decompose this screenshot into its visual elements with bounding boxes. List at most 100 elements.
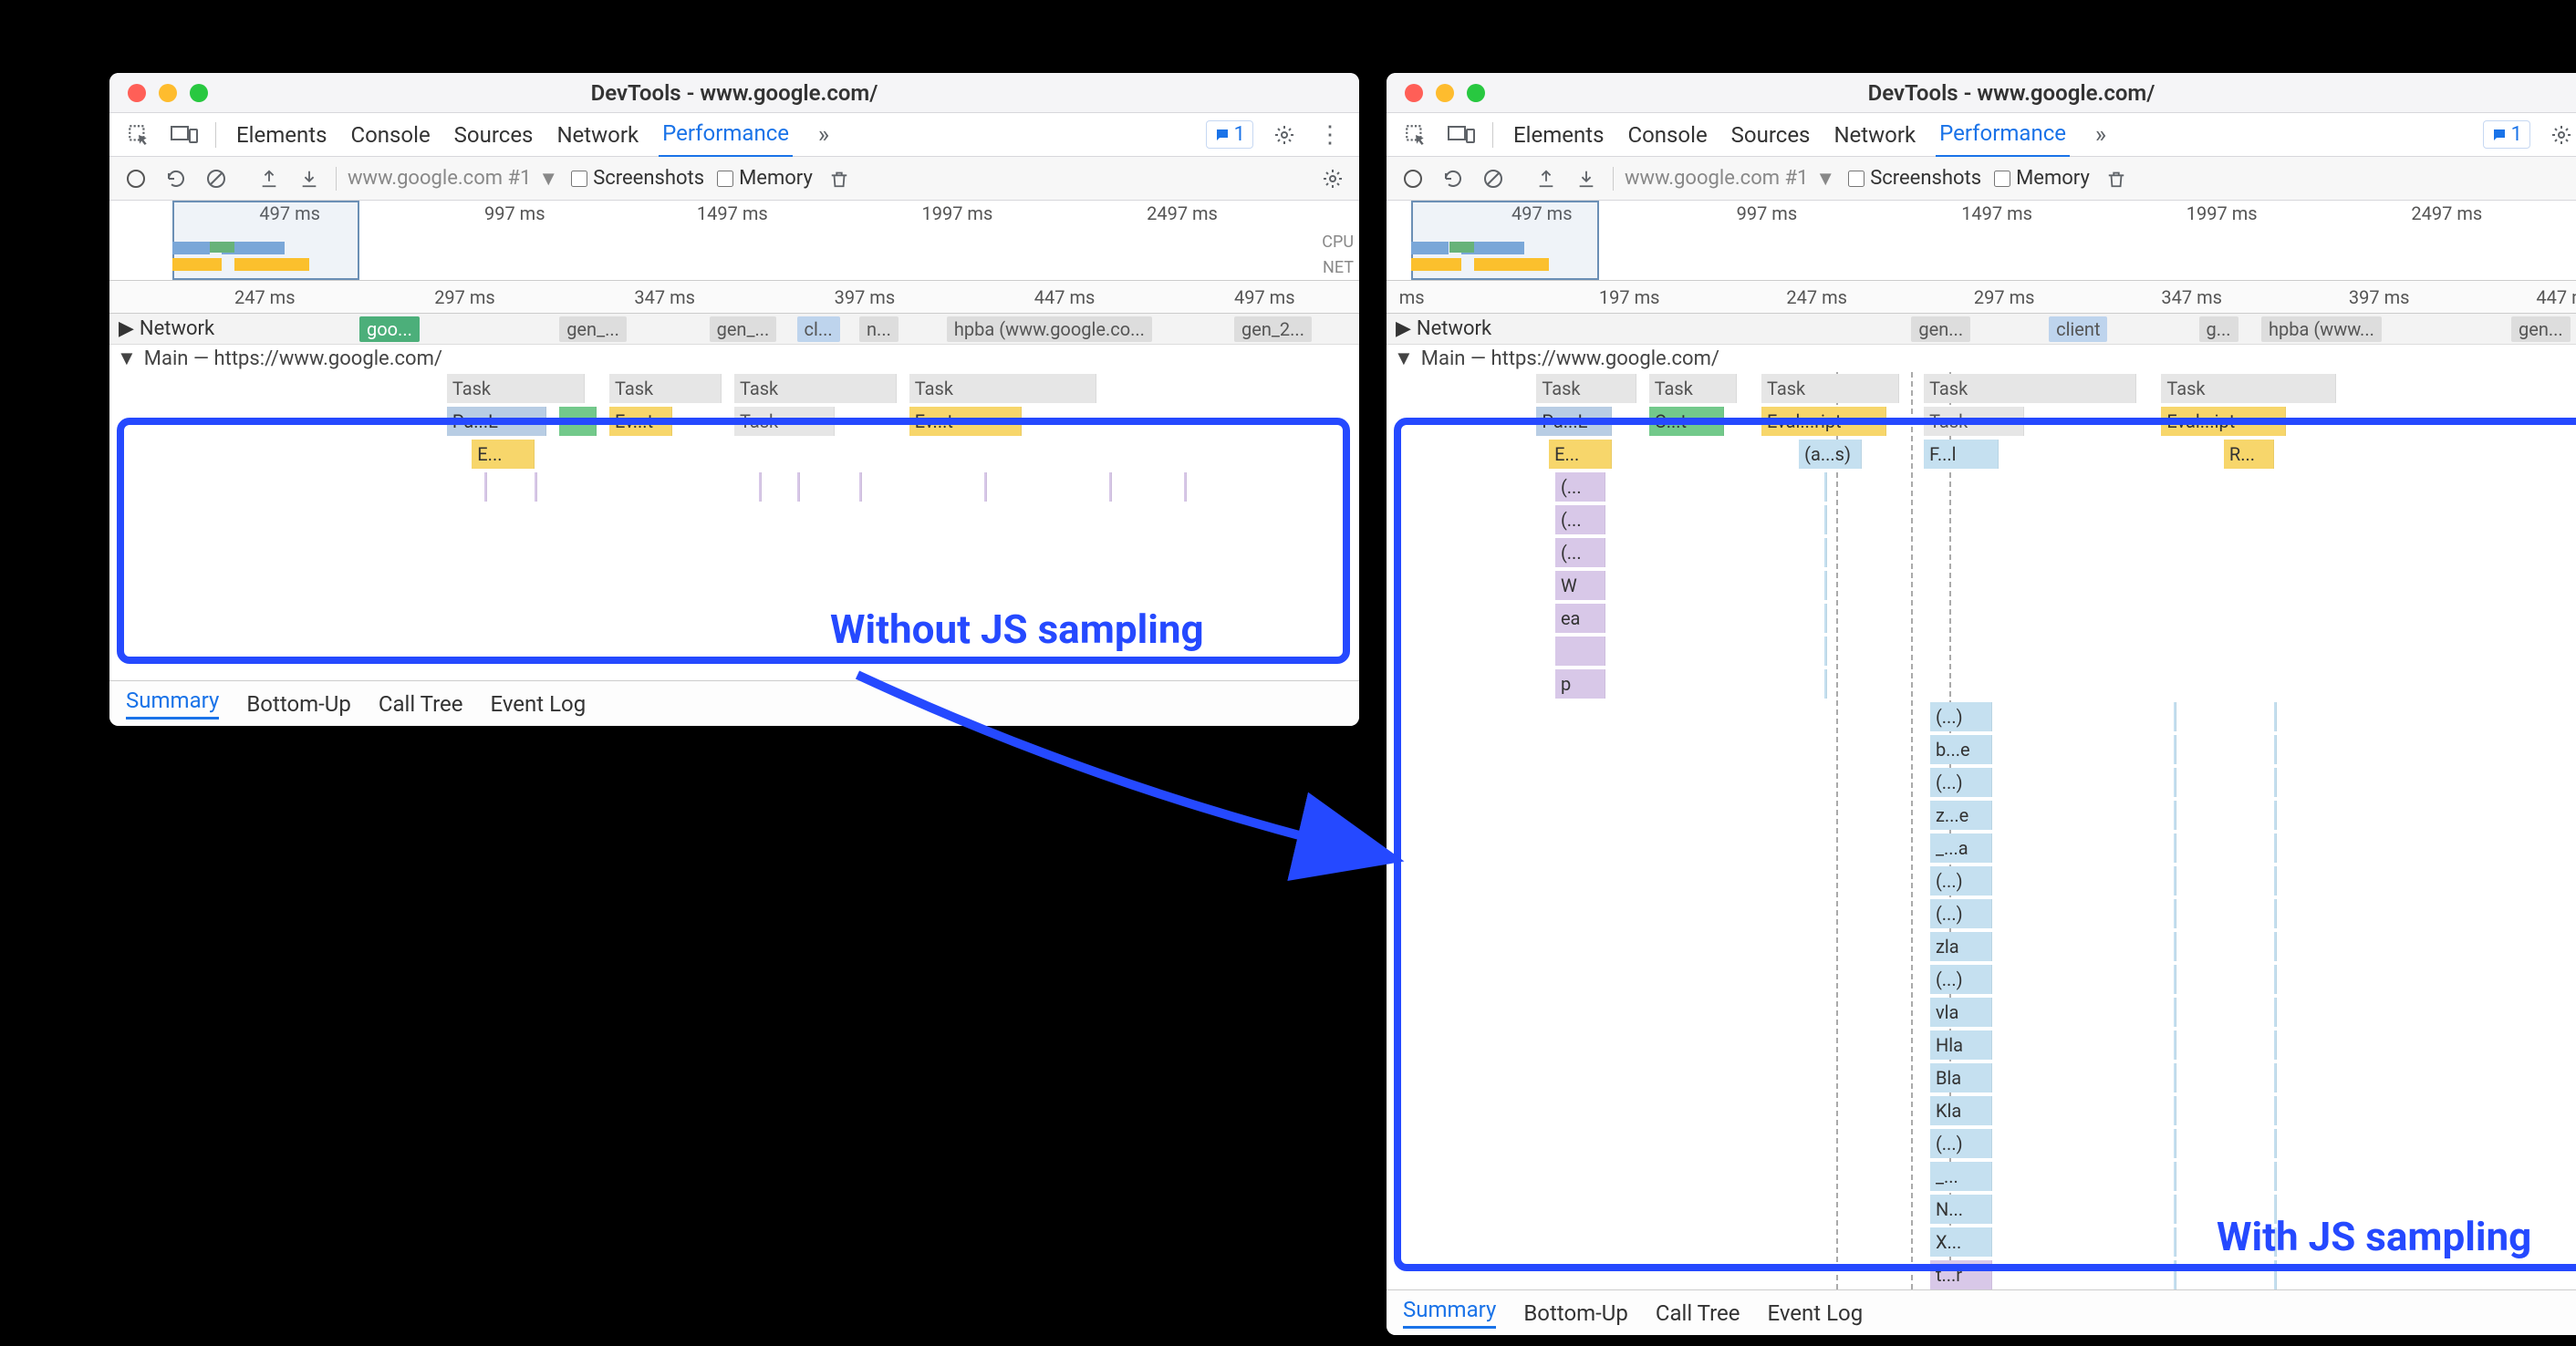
flame-block[interactable]: Task	[1924, 407, 2024, 436]
flame-block[interactable]	[2174, 1030, 2176, 1060]
net-req[interactable]: gen...	[1911, 316, 1970, 342]
flame-block[interactable]	[2274, 998, 2277, 1027]
flame-block[interactable]	[2274, 702, 2277, 731]
flame-block[interactable]: Hla	[1930, 1030, 1993, 1060]
overview-timeline[interactable]: 497 ms 997 ms 1497 ms 1997 ms 2497 ms CP…	[109, 201, 1359, 281]
flame-block[interactable]: _...a	[1930, 833, 1993, 863]
device-icon[interactable]	[170, 120, 199, 150]
net-req[interactable]: hpba (www...	[2261, 316, 2382, 342]
clear-icon[interactable]	[1480, 165, 1507, 192]
flame-block[interactable]	[2174, 735, 2176, 764]
flame-block[interactable]: N...	[1930, 1195, 1993, 1224]
flame-block[interactable]: Eval...ript	[1761, 407, 1886, 436]
flame-block[interactable]	[2274, 1129, 2277, 1158]
record-icon[interactable]	[122, 165, 150, 192]
flame-block[interactable]: Task	[734, 407, 835, 436]
memory-checkbox[interactable]: Memory	[717, 167, 813, 190]
flame-block[interactable]: (...)	[1930, 768, 1993, 797]
flame-block[interactable]	[2174, 833, 2176, 863]
flame-block[interactable]: Pa...L	[447, 407, 547, 436]
flame-block[interactable]	[2174, 801, 2176, 830]
flame-block[interactable]: Task	[2161, 374, 2336, 403]
flame-block[interactable]	[1109, 472, 1112, 502]
flame-block[interactable]: (...	[1555, 472, 1605, 502]
tab-console[interactable]: Console	[1624, 113, 1710, 157]
ruler[interactable]: ms 197 ms 247 ms 297 ms 347 ms 397 ms 44…	[1387, 281, 2576, 314]
flame-block[interactable]	[759, 472, 762, 502]
flame-block[interactable]: t...r	[1930, 1260, 1993, 1289]
flame-block[interactable]	[859, 472, 862, 502]
tab-eventlog[interactable]: Event Log	[1767, 1300, 1863, 1326]
flame-block[interactable]	[2274, 1063, 2277, 1092]
flame-block[interactable]	[1184, 472, 1187, 502]
flame-block[interactable]: Ev...t	[909, 407, 1022, 436]
flame-block[interactable]: _...	[1930, 1162, 1993, 1191]
flame-block[interactable]: (a...s)	[1799, 440, 1862, 469]
tab-performance[interactable]: Performance	[1936, 111, 2070, 158]
flame-block[interactable]	[2174, 965, 2176, 994]
minimize-icon[interactable]	[159, 84, 177, 102]
flame-block[interactable]: z...e	[1930, 801, 1993, 830]
main-thread-header[interactable]: ▼ Main — https://www.google.com/	[1387, 345, 2576, 372]
flame-block[interactable]: vla	[1930, 998, 1993, 1027]
flame-block[interactable]	[535, 472, 537, 502]
flame-block[interactable]: Task	[1761, 374, 1899, 403]
flame-block[interactable]	[2174, 1162, 2176, 1191]
issues-badge[interactable]: 1	[1206, 120, 1253, 149]
flame-block[interactable]	[2274, 1162, 2277, 1191]
flame-block[interactable]	[2174, 1063, 2176, 1092]
memory-checkbox[interactable]: Memory	[1994, 167, 2090, 190]
tab-summary[interactable]: Summary	[126, 688, 219, 720]
flame-block[interactable]	[2174, 1260, 2176, 1289]
titlebar[interactable]: DevTools - www.google.com/	[1387, 73, 2576, 113]
issues-badge[interactable]: 1	[2483, 120, 2530, 149]
close-icon[interactable]	[128, 84, 146, 102]
net-req[interactable]: n...	[859, 316, 898, 342]
tab-console[interactable]: Console	[347, 113, 433, 157]
flame-block[interactable]: E...	[472, 440, 535, 469]
flame-block[interactable]	[797, 472, 800, 502]
flame-block[interactable]	[1824, 604, 1827, 633]
flame-block[interactable]: Task	[1649, 374, 1737, 403]
flame-block[interactable]: X...	[1930, 1227, 1993, 1257]
tab-elements[interactable]: Elements	[1510, 113, 1607, 157]
net-req[interactable]: gen...	[2511, 316, 2571, 342]
flame-block[interactable]	[559, 407, 597, 436]
flame-block[interactable]	[2274, 1260, 2277, 1289]
flame-block[interactable]	[1824, 538, 1827, 567]
clear-icon[interactable]	[203, 165, 230, 192]
tab-sources[interactable]: Sources	[1728, 113, 1814, 157]
flame-block[interactable]	[2274, 735, 2277, 764]
flame-block[interactable]	[2174, 1195, 2176, 1224]
flame-block[interactable]	[1555, 637, 1605, 666]
reload-icon[interactable]	[162, 165, 190, 192]
flame-block[interactable]	[2274, 768, 2277, 797]
download-icon[interactable]	[1573, 165, 1600, 192]
download-icon[interactable]	[296, 165, 323, 192]
tab-performance[interactable]: Performance	[659, 111, 793, 158]
flame-block[interactable]	[2274, 833, 2277, 863]
flame-block[interactable]: (...)	[1930, 1129, 1993, 1158]
flame-block[interactable]	[1824, 505, 1827, 534]
flame-block[interactable]	[2274, 866, 2277, 896]
flame-block[interactable]: Kla	[1930, 1096, 1993, 1125]
flame-block[interactable]	[2274, 965, 2277, 994]
flame-block[interactable]: Task	[734, 374, 897, 403]
tab-calltree[interactable]: Call Tree	[379, 691, 463, 717]
upload-icon[interactable]	[255, 165, 283, 192]
gear-icon[interactable]	[1270, 120, 1299, 150]
tab-eventlog[interactable]: Event Log	[490, 691, 586, 717]
net-req[interactable]: cl...	[797, 316, 840, 342]
net-req[interactable]: goo...	[359, 316, 420, 342]
flame-block[interactable]: W	[1555, 571, 1605, 600]
gc-icon[interactable]	[826, 165, 853, 192]
flame-block[interactable]: (...	[1555, 538, 1605, 567]
flame-block[interactable]	[2174, 1227, 2176, 1257]
net-req[interactable]: hpba (www.google.co...	[947, 316, 1152, 342]
flame-block[interactable]: (...)	[1930, 965, 1993, 994]
flame-block[interactable]: Task	[609, 374, 722, 403]
flame-block[interactable]	[2274, 899, 2277, 928]
more-tabs-icon[interactable]: »	[809, 120, 838, 150]
network-track[interactable]: ▶ Network gen... client g... hpba (www..…	[1387, 314, 2576, 345]
flame-block[interactable]	[1824, 669, 1827, 699]
